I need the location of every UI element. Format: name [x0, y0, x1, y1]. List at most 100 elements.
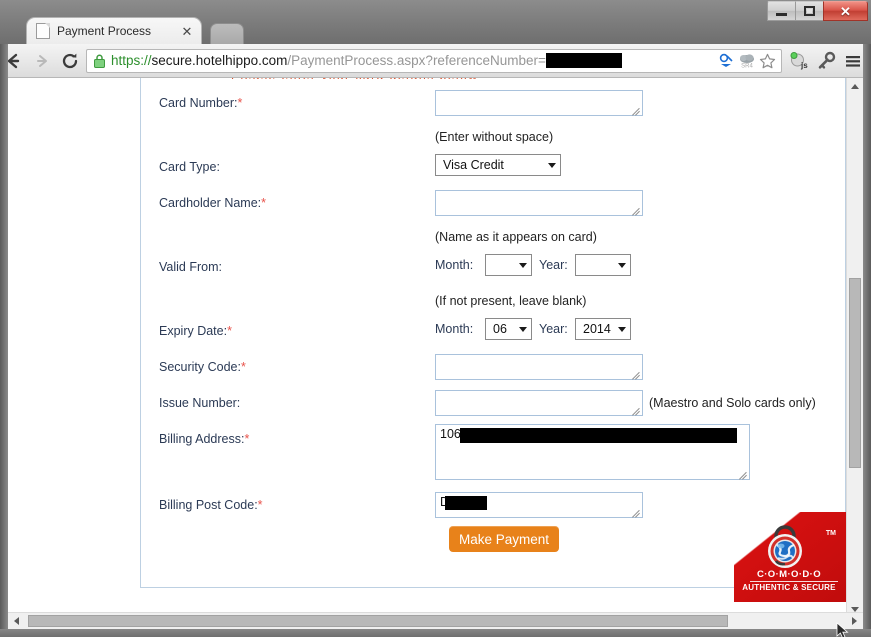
triangle-left-icon	[14, 617, 19, 625]
weather-cloud-icon[interactable]: SR4	[737, 51, 756, 71]
expiry-month-value: 06	[493, 322, 507, 336]
svg-text:SR4: SR4	[741, 63, 753, 69]
required-asterisk: *	[237, 96, 243, 110]
label-expiry-date: Expiry Date:*	[159, 324, 232, 338]
comodo-divider	[750, 581, 838, 582]
label-valid-from-text: Valid From:	[159, 260, 222, 274]
label-security-code: Security Code:*	[159, 360, 246, 374]
url-scheme: https://	[111, 52, 152, 68]
bookmark-star-icon[interactable]	[758, 51, 777, 71]
window-bottom-edge	[0, 629, 871, 637]
browser-window: Payment Process ✕ ✕ https://secure.hotel…	[0, 0, 871, 637]
comodo-padlock-globe-icon	[768, 525, 802, 568]
minimize-icon	[776, 13, 787, 16]
label-cardholder-name: Cardholder Name:*	[159, 196, 266, 210]
comodo-subtitle: AUTHENTIC & SECURE	[742, 583, 836, 592]
note-issue-number: (Maestro and Solo cards only)	[649, 396, 816, 410]
document-icon	[36, 23, 50, 39]
required-asterisk: *	[244, 432, 250, 446]
mouse-cursor-icon	[836, 622, 849, 637]
make-payment-button[interactable]: Make Payment	[449, 526, 559, 552]
expiry-month-label: Month:	[435, 322, 474, 336]
tab-title: Payment Process	[57, 24, 152, 38]
cardholder-name-input[interactable]	[435, 190, 643, 216]
chevron-down-icon	[519, 326, 527, 332]
url-path: /PaymentProcess.aspx?referenceNumber=	[287, 52, 546, 68]
minimize-button[interactable]	[767, 1, 796, 21]
label-cardholder-name-text: Cardholder Name:	[159, 196, 262, 210]
required-asterisk: *	[240, 360, 246, 374]
restore-button[interactable]	[795, 1, 824, 21]
expiry-year-value: 2014	[583, 322, 611, 336]
browser-tab-payment-process[interactable]: Payment Process ✕	[26, 17, 202, 44]
scroll-up-button[interactable]	[847, 78, 863, 95]
expiry-year-select[interactable]: 2014	[575, 318, 631, 340]
valid-from-year-select[interactable]	[575, 254, 631, 276]
label-issue-number-text: Issue Number:	[159, 396, 241, 410]
horizontal-scrollbar[interactable]	[8, 612, 863, 629]
card-type-select[interactable]: Visa Credit	[435, 154, 561, 176]
forward-button[interactable]	[28, 47, 56, 75]
scroll-left-button[interactable]	[8, 613, 25, 629]
close-icon[interactable]: ✕	[179, 23, 195, 39]
note-card-number: (Enter without space)	[435, 130, 554, 144]
required-asterisk: *	[261, 196, 267, 210]
vertical-scrollbar[interactable]	[846, 78, 863, 618]
label-card-type-text: Card Type:	[159, 160, 220, 174]
page-viewport: Please enter your card details below Car…	[8, 78, 863, 618]
close-window-button[interactable]: ✕	[823, 1, 868, 21]
window-controls: ✕	[767, 1, 868, 21]
horizontal-scroll-thumb[interactable]	[28, 615, 728, 627]
forward-arrow-icon	[37, 54, 47, 67]
noscript-js-icon[interactable]: js	[786, 48, 812, 74]
billing-address-redaction	[460, 428, 737, 443]
url-text: https://secure.hotelhippo.com/PaymentPro…	[111, 50, 716, 72]
reload-icon	[62, 53, 78, 68]
page-canvas: Please enter your card details below Car…	[8, 78, 846, 602]
vertical-scroll-thumb[interactable]	[849, 278, 861, 468]
card-type-value: Visa Credit	[443, 158, 504, 172]
chevron-down-icon	[618, 262, 626, 268]
comodo-secure-badge[interactable]: TM C·O·M·O·D·O AUTHENTIC & SECURE	[734, 512, 846, 602]
close-icon: ✕	[840, 3, 851, 19]
restore-icon	[804, 6, 815, 16]
page-action-icon[interactable]	[716, 51, 735, 71]
expiry-month-select[interactable]: 06	[485, 318, 532, 340]
url-redacted-value	[545, 52, 622, 68]
extension-icons: js	[786, 48, 866, 74]
billing-post-code-redaction	[445, 496, 487, 510]
trademark-symbol: TM	[825, 530, 836, 537]
issue-number-input[interactable]	[435, 390, 643, 416]
label-billing-address-text: Billing Address:	[159, 432, 245, 446]
card-number-input[interactable]	[435, 90, 643, 116]
label-billing-post-code: Billing Post Code:*	[159, 498, 263, 512]
label-card-number: Card Number:*	[159, 96, 242, 110]
reload-button[interactable]	[56, 47, 84, 75]
valid-from-month-label: Month:	[435, 258, 474, 272]
label-billing-address: Billing Address:*	[159, 432, 249, 446]
triangle-up-icon	[851, 84, 859, 89]
label-billing-post-code-text: Billing Post Code:	[159, 498, 258, 512]
address-bar[interactable]: https://secure.hotelhippo.com/PaymentPro…	[86, 48, 782, 73]
chevron-down-icon	[618, 326, 626, 332]
padlock-icon	[93, 54, 106, 68]
expiry-year-label: Year:	[539, 322, 568, 336]
tab-strip: Payment Process ✕	[0, 0, 760, 44]
label-expiry-date-text: Expiry Date:	[159, 324, 228, 338]
label-card-type: Card Type:	[159, 160, 220, 174]
clipped-heading: Please enter your card details below	[141, 78, 847, 79]
comodo-wordmark: C·O·M·O·D·O	[756, 569, 822, 580]
triangle-right-icon	[852, 617, 857, 625]
svg-text:js: js	[800, 61, 808, 70]
valid-from-month-select[interactable]	[485, 254, 532, 276]
security-code-input[interactable]	[435, 354, 643, 380]
label-card-number-text: Card Number:	[159, 96, 238, 110]
window-right-edge	[863, 44, 871, 637]
required-asterisk: *	[227, 324, 232, 338]
url-host: secure.hotelhippo.com	[151, 52, 288, 68]
new-tab-button[interactable]	[210, 23, 244, 44]
key-icon[interactable]	[813, 48, 839, 74]
omnibox-icons: SR4	[716, 51, 777, 71]
browser-toolbar: https://secure.hotelhippo.com/PaymentPro…	[0, 44, 871, 78]
window-left-edge	[0, 44, 8, 637]
